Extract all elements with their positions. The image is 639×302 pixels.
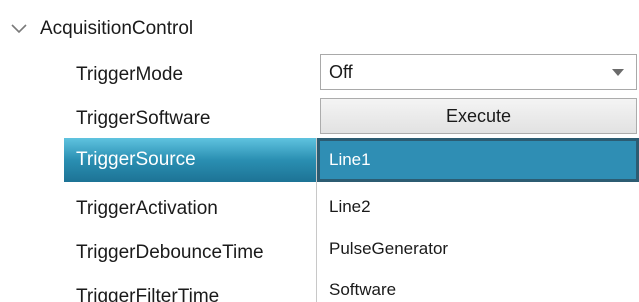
property-label-trigger-activation[interactable]: TriggerActivation — [76, 196, 218, 222]
execute-button[interactable]: Execute — [320, 98, 637, 134]
dropdown-option-software[interactable]: Software — [317, 270, 639, 302]
property-label-trigger-filter-time[interactable]: TriggerFilterTime — [76, 284, 219, 302]
category-label[interactable]: AcquisitionControl — [40, 16, 193, 42]
dropdown-option-line1[interactable]: Line1 — [317, 138, 639, 182]
property-label-trigger-debounce-time[interactable]: TriggerDebounceTime — [76, 240, 264, 266]
trigger-mode-combobox[interactable]: Off — [320, 54, 637, 90]
dropdown-option-pulse-generator[interactable]: PulseGenerator — [317, 228, 639, 270]
dropdown-option-label: Line2 — [329, 197, 371, 216]
property-label-trigger-source: TriggerSource — [76, 149, 196, 170]
property-label-trigger-software[interactable]: TriggerSoftware — [76, 106, 210, 132]
dropdown-option-label: Line1 — [329, 150, 371, 169]
trigger-mode-value: Off — [329, 62, 353, 82]
chevron-down-icon[interactable] — [8, 18, 30, 40]
trigger-source-dropdown-list[interactable]: Line1 Line2 PulseGenerator Software — [316, 138, 639, 302]
dropdown-arrow-icon — [612, 69, 624, 76]
dropdown-option-label: PulseGenerator — [329, 239, 449, 258]
property-label-trigger-mode[interactable]: TriggerMode — [76, 62, 183, 88]
dropdown-option-label: Software — [329, 280, 397, 299]
dropdown-option-line2[interactable]: Line2 — [317, 186, 639, 228]
property-row-trigger-source-selected[interactable]: TriggerSource — [64, 138, 316, 182]
